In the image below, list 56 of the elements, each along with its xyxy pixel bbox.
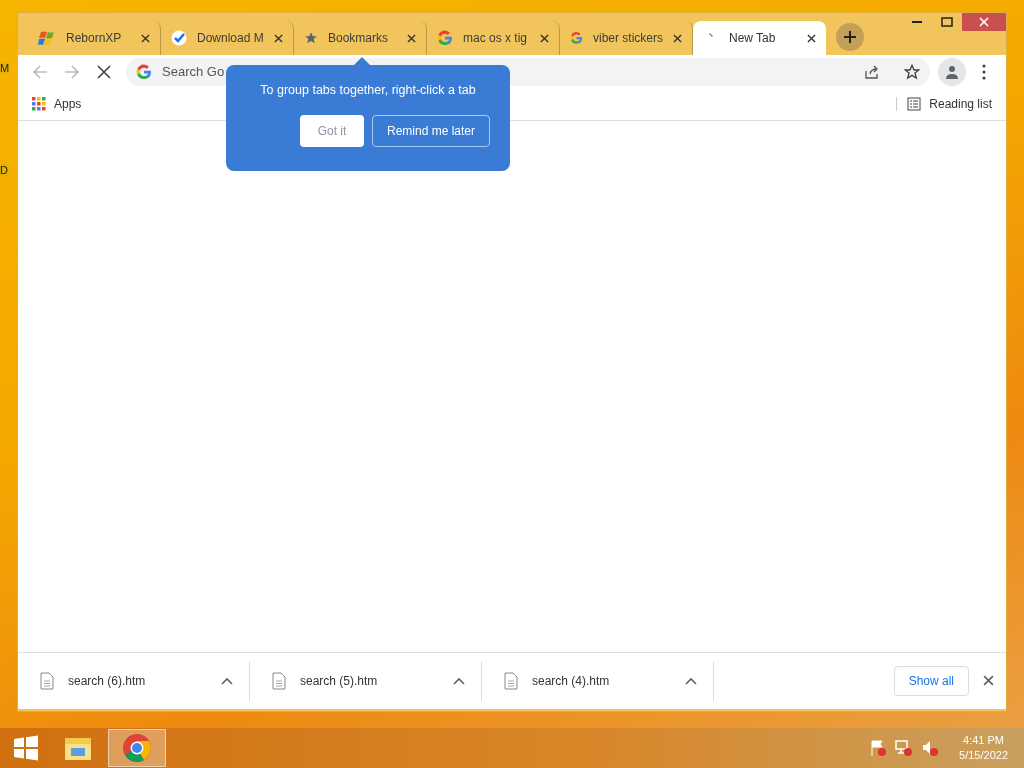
show-all-button[interactable]: Show all — [893, 666, 969, 696]
speaker-muted-icon[interactable] — [921, 739, 940, 757]
close-tab-icon[interactable] — [673, 33, 682, 43]
file-icon — [504, 672, 518, 690]
maximize-icon — [941, 17, 953, 27]
caret-icon[interactable] — [453, 677, 465, 685]
remind-later-button[interactable]: Remind me later — [371, 115, 490, 147]
menu-icon — [982, 63, 986, 80]
check-icon — [171, 30, 187, 46]
new-tab-button[interactable] — [836, 23, 864, 51]
share-icon[interactable] — [864, 63, 880, 80]
person-icon — [945, 64, 959, 79]
list-icon — [907, 97, 922, 111]
close-tab-icon[interactable] — [141, 33, 150, 43]
desktop-icon-label[interactable]: M — [0, 62, 10, 74]
file-name: search (4).htm — [532, 674, 611, 688]
apps-grid-icon — [32, 97, 46, 111]
bookmark-star-icon[interactable] — [904, 63, 920, 80]
back-arrow-icon — [32, 63, 48, 80]
star-icon — [304, 31, 318, 45]
tip-message: To group tabs together, right-click a tab — [259, 83, 477, 97]
caret-icon[interactable] — [221, 677, 233, 685]
file-icon — [40, 672, 54, 690]
close-icon[interactable] — [983, 675, 994, 686]
windows-logo-icon — [13, 735, 39, 761]
flag-icon — [38, 30, 56, 46]
google-icon — [570, 30, 583, 46]
file-icon — [272, 672, 286, 690]
minimize-icon — [912, 21, 922, 23]
google-icon — [437, 30, 453, 46]
download-item[interactable]: search (5).htm — [250, 661, 482, 701]
plus-icon — [843, 30, 857, 44]
google-icon — [136, 63, 152, 80]
stop-icon — [97, 64, 111, 79]
file-name: search (6).htm — [68, 674, 147, 688]
network-icon[interactable] — [895, 739, 914, 757]
close-tab-icon[interactable] — [807, 33, 816, 43]
close-tab-icon[interactable] — [407, 33, 416, 43]
download-item[interactable]: search (6).htm — [18, 661, 250, 701]
desktop-icon-label[interactable]: D — [0, 164, 8, 176]
profile-button[interactable] — [938, 57, 966, 86]
caret-icon[interactable] — [685, 677, 697, 685]
search-field[interactable]: Search Go — [162, 64, 224, 79]
reading-list-link[interactable]: Reading list — [929, 97, 992, 111]
close-tab-icon[interactable] — [274, 33, 283, 43]
loading-icon — [709, 33, 713, 37]
apps-link[interactable]: Apps — [54, 97, 82, 111]
forward-arrow-icon — [64, 63, 80, 80]
close-tab-icon[interactable] — [540, 33, 549, 43]
close-button[interactable] — [962, 13, 1006, 31]
chrome-taskbar-icon[interactable] — [108, 729, 166, 767]
file-name: search (5).htm — [300, 674, 379, 688]
flag-alert-icon[interactable] — [869, 739, 888, 757]
close-icon — [979, 17, 989, 27]
download-item[interactable]: search (4).htm — [482, 661, 714, 701]
browser-tab[interactable]: New Tab — [693, 21, 826, 55]
